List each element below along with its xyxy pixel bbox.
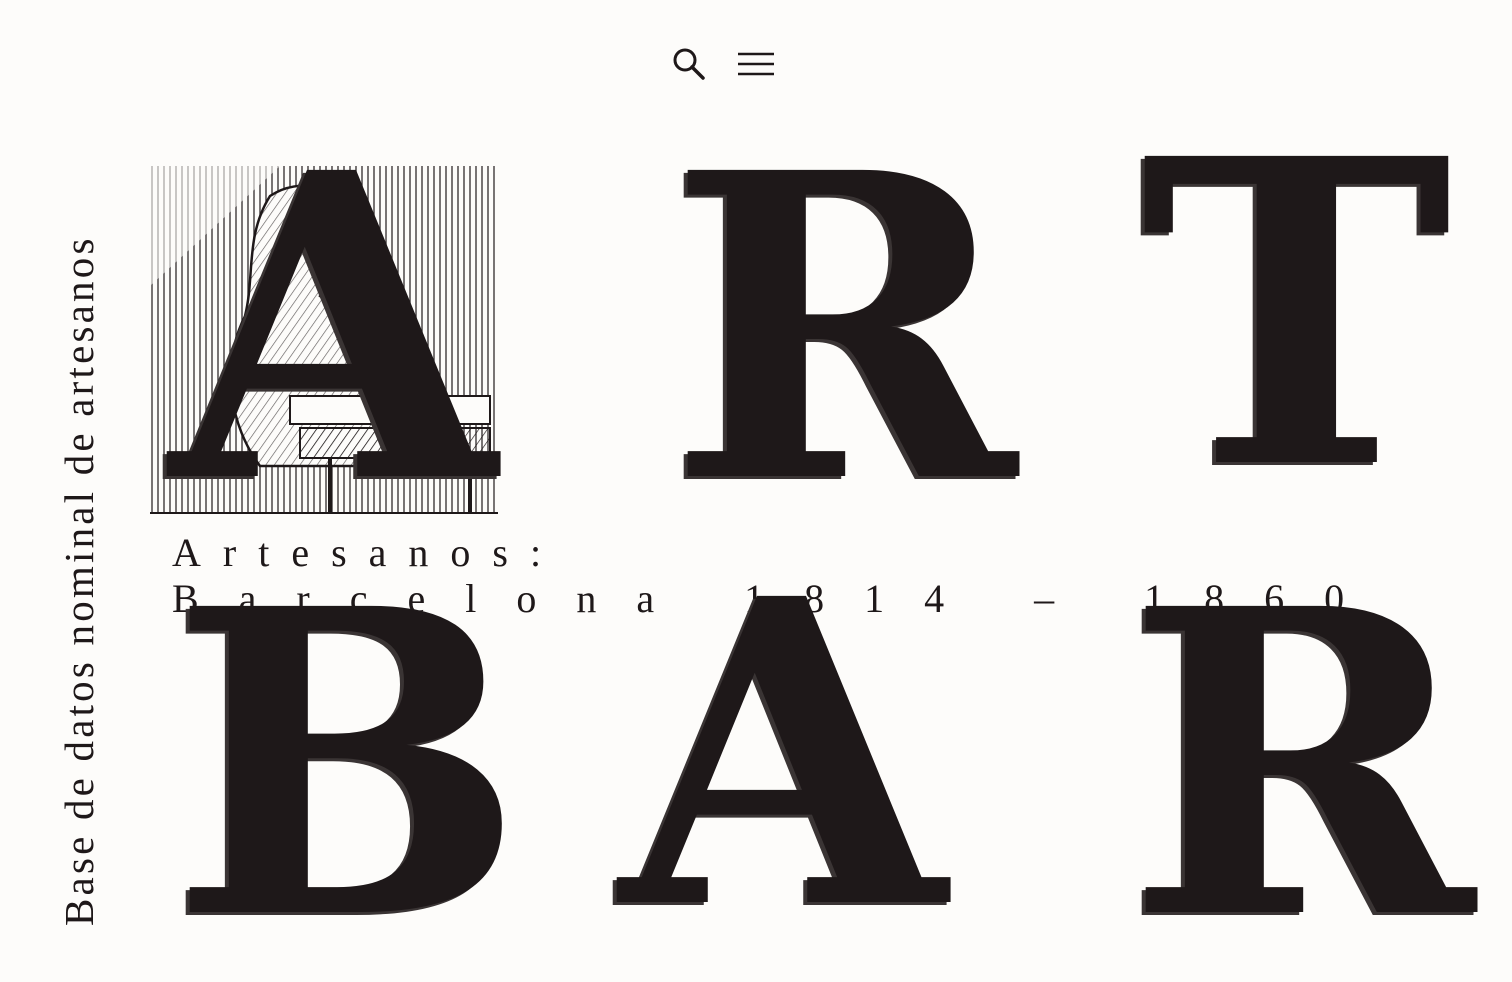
top-navigation [668,44,780,84]
hero-letter-a: A [170,83,496,576]
search-icon [673,48,705,80]
hero-letter-a-2: A [620,509,946,982]
hero-letter-b: B [170,519,525,982]
hero-letter-r: R [668,83,1018,576]
hero-letter-r-2: R [1126,519,1476,982]
site-tagline: Base de datos nominal de artesanos [56,235,102,926]
menu-button[interactable] [736,44,776,84]
search-button[interactable] [668,44,708,84]
hamburger-menu-icon [738,52,774,76]
hero-letter-t: T [1140,69,1453,562]
